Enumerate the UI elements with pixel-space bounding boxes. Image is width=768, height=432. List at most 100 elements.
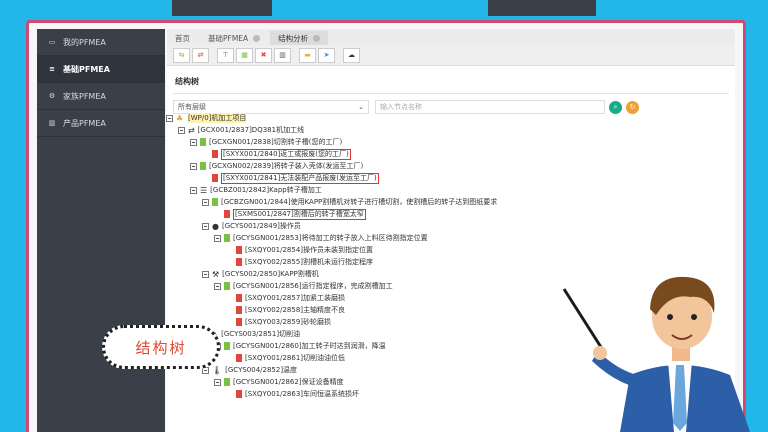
sidebar-item-product-pfmea[interactable]: ▥ 产品PFMEA	[37, 110, 165, 137]
sidebar-item-label: 家族PFMEA	[63, 91, 106, 101]
tree-node[interactable]: ☰ [GCBZ001/2842]Kapp转子槽加工	[190, 184, 322, 196]
tab-label: 结构分析	[278, 33, 309, 43]
tree-node[interactable]: [SXQY001/2863]车间恒温系统损坏	[236, 388, 359, 400]
function-icon	[200, 138, 206, 146]
tree-node[interactable]: [SXQY002/2858]主轴精度不良	[236, 304, 345, 316]
hierarchy-icon[interactable]: ⊤	[217, 47, 234, 63]
tree-node-label: [SXYX001/2840]返工或报废(您的工厂)	[221, 148, 351, 160]
tree-node[interactable]: [GCXGN001/2838]切割转子槽(您的工厂)	[190, 136, 342, 148]
tree-node[interactable]: [SXYX001/2840]返工或报废(您的工厂)	[212, 148, 351, 160]
thermometer-icon: 🌡	[212, 365, 223, 375]
sidebar: ▭ 我的PFMEA ≡ 基础PFMEA ⚙ 家族PFMEA ▥ 产品PFMEA	[37, 29, 165, 432]
close-icon[interactable]	[313, 34, 321, 42]
chart-icon: ▥	[48, 119, 56, 127]
collapse-icon[interactable]	[190, 138, 197, 146]
tab-base-pfmea[interactable]: 基础PFMEA	[200, 31, 268, 45]
gear-icon: ⚙	[48, 92, 56, 100]
tree-node[interactable]: [SXMS001/2847]割槽后的转子槽宽太窄	[224, 208, 366, 220]
sidebar-item-label: 基础PFMEA	[63, 64, 110, 74]
collapse-icon[interactable]	[166, 114, 173, 122]
tree-node[interactable]: [SXQY001/2861]切削油油位低	[236, 352, 345, 364]
collapse-icon[interactable]	[214, 378, 221, 386]
chart-bars-icon[interactable]: ▥	[274, 47, 291, 63]
tree-node-label: [SXQY002/2858]主轴精度不良	[245, 306, 346, 314]
swap-icon[interactable]: ⇄	[192, 47, 209, 63]
tree-node-label: [GCYS001/2849]操作员	[221, 222, 301, 230]
refresh-icon[interactable]: ↻	[626, 100, 639, 114]
collapse-icon[interactable]	[178, 126, 185, 134]
tree-node[interactable]: [GCBZGN001/2844]使用KAPP割槽机对转子进行槽切割，使割槽后的转…	[202, 196, 497, 208]
tree-node-label: [GCYSGN001/2853]将待加工的转子放入上料区待割指定位置	[233, 234, 428, 242]
tree-node[interactable]: ⇄ [GCX001/2837]DQ381机加工线	[178, 124, 304, 136]
tab-bar: 首页 基础PFMEA 结构分析	[167, 29, 735, 45]
tree-node[interactable]: [GCYSGN001/2853]将待加工的转子放入上料区待割指定位置	[214, 232, 428, 244]
collapse-icon[interactable]	[202, 270, 209, 278]
tree-node-label: [GCYSGN001/2862]保证设备精度	[233, 378, 344, 386]
failure-icon	[236, 246, 242, 254]
sidebar-item-family-pfmea[interactable]: ⚙ 家族PFMEA	[37, 83, 165, 110]
failure-icon	[236, 306, 242, 314]
presenter-eye	[691, 314, 697, 320]
tree-node-label: [GCYSGN001/2860]加工转子时达到润滑，降温	[233, 342, 386, 350]
tree-node-label: [GCYS003/2851]切削油	[221, 330, 301, 338]
machine-icon: ⚒	[212, 269, 220, 279]
function-icon	[200, 162, 206, 170]
callout-bubble: 结构树	[102, 325, 220, 369]
tree-node[interactable]: [GCYSGN001/2856]运行指定程序，完成割槽加工	[214, 280, 393, 292]
tree-node-label: [SXQY002/2855]割槽机未运行指定程序	[245, 258, 374, 266]
function-icon	[224, 282, 230, 290]
list-icon: ≡	[49, 65, 55, 73]
node-search-input[interactable]: 输入节点名称	[375, 100, 605, 114]
failure-icon	[236, 294, 242, 302]
tree-node[interactable]: [GCYSGN001/2860]加工转子时达到润滑，降温	[214, 340, 386, 352]
tree-node-label: [GCXGN001/2838]切割转子槽(您的工厂)	[209, 138, 343, 146]
grid-icon[interactable]: ▦	[236, 47, 253, 63]
tree-node[interactable]: [SXYX001/2841]无法装配产品报废(发运至工厂)	[212, 172, 379, 184]
collapse-icon[interactable]	[214, 234, 221, 242]
tree-node[interactable]: [SXQY002/2855]割槽机未运行指定程序	[236, 256, 373, 268]
tree-node-label: [SXQY003/2859]砂轮磨损	[245, 318, 332, 326]
tree-node-label: [GCYSGN001/2856]运行指定程序，完成割槽加工	[233, 282, 393, 290]
search-icon[interactable]: ⌕	[609, 100, 622, 114]
tree-node[interactable]: ♣ [WP/0]机加工项目	[166, 112, 247, 124]
tree-node[interactable]: [SXQY003/2859]砂轮磨损	[236, 316, 331, 328]
indent-icon[interactable]: ⇆	[173, 47, 190, 63]
tree-icon: ♣	[176, 113, 184, 123]
function-icon	[212, 198, 218, 206]
tree-node[interactable]: [GCYSGN001/2862]保证设备精度	[214, 376, 344, 388]
failure-icon	[236, 258, 242, 266]
sidebar-item-my-pfmea[interactable]: ▭ 我的PFMEA	[37, 29, 165, 56]
tree-node[interactable]: [SXQY001/2854]操作员未装到指定位置	[236, 244, 373, 256]
tree-node[interactable]: ● [GCYS001/2849]操作员	[202, 220, 301, 232]
failure-icon	[236, 354, 242, 362]
tab-label: 首页	[175, 33, 190, 43]
close-icon[interactable]	[253, 34, 261, 42]
tree-node-label: [SXQY001/2854]操作员未装到指定位置	[245, 246, 374, 254]
send-icon[interactable]: ➤	[318, 47, 335, 63]
tree-node-label: [GCYS004/2852]温度	[225, 366, 298, 374]
tree-node-label: [WP/0]机加工项目	[188, 113, 247, 123]
tree-node[interactable]: [SXQY001/2857]加紧工装磨损	[236, 292, 345, 304]
tree-node[interactable]: ⚒ [GCYS002/2850]KAPP割槽机	[202, 268, 319, 280]
collapse-icon[interactable]	[214, 282, 221, 290]
tree-node[interactable]: [GCXGN002/2839]将转子装入壳体(发运至工厂)	[190, 160, 363, 172]
collapse-icon[interactable]	[202, 198, 209, 206]
search-placeholder: 输入节点名称	[380, 103, 422, 111]
failure-icon	[224, 210, 230, 218]
collapse-icon[interactable]	[190, 162, 197, 170]
list-icon: ☰	[200, 185, 208, 195]
level-select-value: 所有层级	[178, 103, 206, 111]
tab-structure-analysis[interactable]: 结构分析	[270, 31, 329, 45]
tree-node-label: [SXYX001/2841]无法装配产品报废(发运至工厂)	[221, 172, 379, 184]
delete-icon[interactable]: ✖	[255, 47, 272, 63]
failure-icon	[236, 318, 242, 326]
tab-home[interactable]: 首页	[167, 31, 198, 45]
cloud-icon[interactable]: ☁	[343, 47, 360, 63]
collapse-icon[interactable]	[190, 186, 197, 194]
collapse-icon[interactable]	[202, 222, 209, 230]
sidebar-item-base-pfmea[interactable]: ≡ 基础PFMEA	[37, 56, 165, 83]
folder-icon[interactable]: ▬	[299, 47, 316, 63]
top-strip-left	[172, 0, 272, 16]
tree-node[interactable]: 🌡 [GCYS004/2852]温度	[202, 364, 297, 376]
tree-node-label: [SXMS001/2847]割槽后的转子槽宽太窄	[233, 208, 366, 220]
